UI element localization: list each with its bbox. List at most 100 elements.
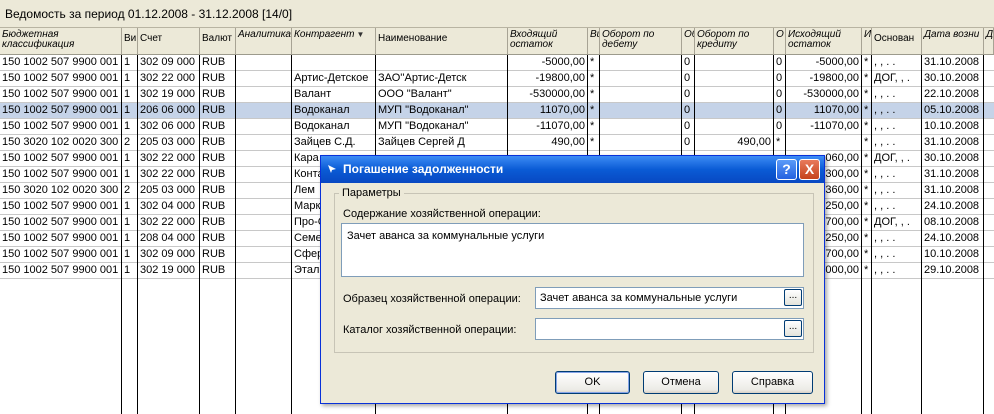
- table-cell: 11070,00: [786, 103, 862, 118]
- column-divider: [291, 55, 292, 414]
- table-cell: 1: [122, 199, 138, 214]
- table-cell: RUB: [200, 215, 236, 230]
- table-cell: 1: [122, 103, 138, 118]
- ok-button[interactable]: OK: [555, 371, 630, 394]
- table-cell: 29.10.2008: [922, 263, 984, 278]
- table-row[interactable]: 150 1002 507 9900 001 1 302 19 000 RUB Валан…: [0, 87, 994, 103]
- table-cell: RUB: [200, 263, 236, 278]
- close-icon[interactable]: X: [799, 159, 820, 180]
- table-cell: 31.10.2008: [922, 183, 984, 198]
- column-header[interactable]: Валют: [200, 28, 236, 54]
- column-header[interactable]: И: [862, 28, 872, 54]
- column-divider: [871, 55, 872, 414]
- column-header[interactable]: Об: [682, 28, 695, 54]
- dialog-title-bar[interactable]: Погашение задолженности ? X: [321, 156, 824, 183]
- help-button[interactable]: Справка: [732, 371, 813, 394]
- table-cell: 10.10.2008: [922, 247, 984, 262]
- table-cell: 11070,00: [508, 103, 588, 118]
- column-divider: [137, 55, 138, 414]
- column-header[interactable]: Ви: [588, 28, 600, 54]
- column-header[interactable]: Ви: [122, 28, 138, 54]
- table-row[interactable]: 150 1002 507 9900 001 1 206 06 000 RUB Водок…: [0, 103, 994, 119]
- table-cell: RUB: [200, 151, 236, 166]
- catalog-select-button[interactable]: ...: [784, 320, 802, 337]
- table-cell: 150 3020 102 0020 300: [0, 135, 122, 150]
- table-cell: [376, 55, 508, 70]
- column-header[interactable]: Бюджетная классификация: [0, 28, 122, 54]
- table-cell: 150 1002 507 9900 001: [0, 119, 122, 134]
- table-cell: [236, 151, 292, 166]
- table-cell: 30.10.2008: [922, 151, 984, 166]
- table-cell: МУП "Водоканал": [376, 119, 508, 134]
- column-header[interactable]: Дата возни: [922, 28, 984, 54]
- sort-icon[interactable]: ▼: [357, 30, 365, 39]
- table-cell: 302 09 000: [138, 55, 200, 70]
- table-cell: RUB: [200, 87, 236, 102]
- table-cell: 490,00: [508, 135, 588, 150]
- table-cell: [600, 135, 682, 150]
- table-cell: 24.10.2008: [922, 199, 984, 214]
- content-label: Содержание хозяйственной операции:: [343, 208, 541, 220]
- content-textarea[interactable]: Зачет аванса за коммунальные услуги: [341, 223, 804, 277]
- table-cell: , , . .: [872, 87, 922, 102]
- column-header[interactable]: Исходящий остаток: [786, 28, 862, 54]
- catalog-field[interactable]: [535, 318, 804, 340]
- dialog-title: Погашение задолженности: [343, 162, 504, 176]
- column-divider: [921, 55, 922, 414]
- table-cell: [695, 119, 774, 134]
- table-cell: 31.10.2008: [922, 55, 984, 70]
- table-cell: [236, 87, 292, 102]
- column-header[interactable]: Аналитика: [236, 28, 292, 54]
- table-cell: 302 22 000: [138, 215, 200, 230]
- table-cell: 31.10.2008: [922, 167, 984, 182]
- table-cell: 150 1002 507 9900 001: [0, 215, 122, 230]
- table-cell: , , . .: [872, 231, 922, 246]
- table-cell: 302 19 000: [138, 87, 200, 102]
- column-header[interactable]: О: [774, 28, 786, 54]
- table-row[interactable]: 150 1002 507 9900 001 1 302 09 000 RUB -5000…: [0, 55, 994, 71]
- column-header[interactable]: Д: [984, 28, 994, 54]
- table-cell: , , . .: [872, 103, 922, 118]
- table-cell: 1: [122, 167, 138, 182]
- table-cell: , , . .: [872, 135, 922, 150]
- table-cell: ЗАО''Артис-Детск: [376, 71, 508, 86]
- column-divider: [983, 55, 984, 414]
- column-header[interactable]: Входящий остаток: [508, 28, 588, 54]
- debt-repayment-dialog: Погашение задолженности ? X Параметры Со…: [320, 155, 825, 404]
- table-cell: RUB: [200, 55, 236, 70]
- column-header[interactable]: Оборот по кредиту: [695, 28, 774, 54]
- table-cell: [236, 135, 292, 150]
- column-header[interactable]: Контрагент ▼: [292, 28, 376, 54]
- catalog-label: Каталог хозяйственной операции:: [343, 324, 517, 336]
- sample-field[interactable]: Зачет аванса за коммунальные услуги: [535, 287, 804, 309]
- column-header[interactable]: Оборот по дебету: [600, 28, 682, 54]
- table-cell: 150 1002 507 9900 001: [0, 199, 122, 214]
- sample-select-button[interactable]: ...: [784, 289, 802, 306]
- table-cell: 490,00: [695, 135, 774, 150]
- table-row[interactable]: 150 1002 507 9900 001 1 302 22 000 RUB Артис…: [0, 71, 994, 87]
- table-cell: -5000,00: [786, 55, 862, 70]
- table-cell: RUB: [200, 103, 236, 118]
- column-header[interactable]: Счет: [138, 28, 200, 54]
- help-icon[interactable]: ?: [776, 159, 797, 180]
- parameters-group-label: Параметры: [339, 187, 404, 199]
- column-divider: [121, 55, 122, 414]
- table-cell: 150 1002 507 9900 001: [0, 231, 122, 246]
- table-row[interactable]: 150 1002 507 9900 001 1 302 06 000 RUB Водок…: [0, 119, 994, 135]
- table-cell: [695, 55, 774, 70]
- table-cell: Зайцев Сергей Д: [376, 135, 508, 150]
- table-cell: 302 19 000: [138, 263, 200, 278]
- column-header[interactable]: Основан: [872, 28, 922, 54]
- cancel-button[interactable]: Отмена: [643, 371, 719, 394]
- table-cell: [236, 55, 292, 70]
- table-cell: 302 22 000: [138, 151, 200, 166]
- table-cell: ООО "Валант": [376, 87, 508, 102]
- table-cell: 10.10.2008: [922, 119, 984, 134]
- table-cell: , , . .: [872, 199, 922, 214]
- column-header[interactable]: Наименование: [376, 28, 508, 54]
- table-cell: -5000,00: [508, 55, 588, 70]
- table-cell: [236, 215, 292, 230]
- table-cell: 150 1002 507 9900 001: [0, 247, 122, 262]
- table-cell: [695, 103, 774, 118]
- table-row[interactable]: 150 3020 102 0020 300 2 205 03 000 RUB Зайце…: [0, 135, 994, 151]
